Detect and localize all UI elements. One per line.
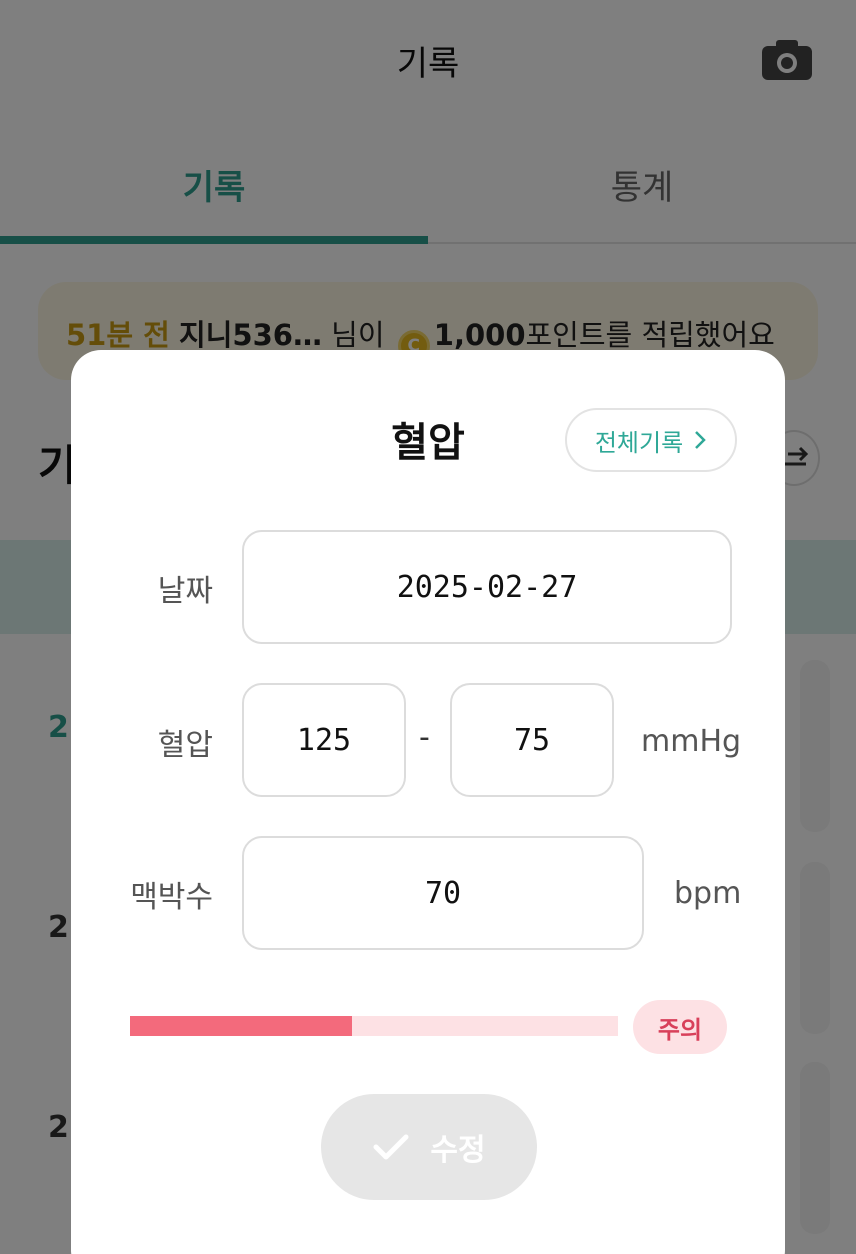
pulse-unit: bpm (674, 876, 742, 911)
diastolic-field[interactable]: 75 (450, 683, 614, 797)
pulse-label: 맥박수 (130, 880, 213, 915)
status-progress-fill (130, 1016, 353, 1036)
all-records-button[interactable]: 전체기록 (565, 408, 737, 472)
date-label: 날짜 (157, 574, 213, 609)
bp-separator: - (419, 720, 430, 755)
systolic-field[interactable]: 125 (242, 683, 406, 797)
bp-unit: mmHg (641, 724, 742, 759)
status-progress-bar (130, 1016, 618, 1036)
bp-label: 혈압 (157, 728, 213, 763)
all-records-label: 전체기록 (594, 428, 684, 457)
status-badge: 주의 (633, 1000, 727, 1054)
date-field[interactable]: 2025-02-27 (242, 530, 732, 644)
edit-submit-button[interactable]: 수정 (321, 1094, 537, 1200)
app-screen: 기록 기록 통계 51분 전 지니536… 님이 C1,000포인트를 적립했어… (0, 0, 856, 1254)
pulse-field[interactable]: 70 (242, 836, 644, 950)
check-icon (373, 1134, 409, 1160)
chevron-right-icon (695, 431, 706, 449)
blood-pressure-dialog: 혈압 전체기록 날짜 2025-02-27 혈압 125 - 75 mmHg 맥… (71, 350, 785, 1254)
submit-label: 수정 (430, 1133, 486, 1168)
